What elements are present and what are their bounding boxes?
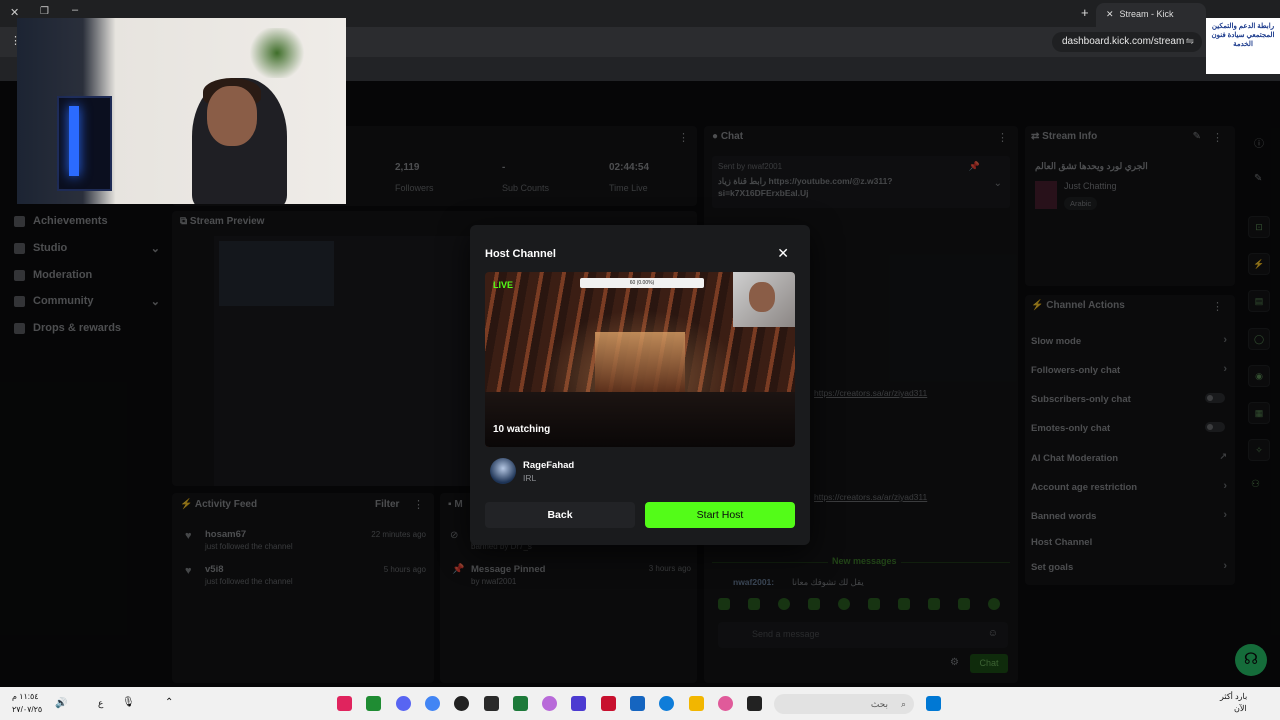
minimize-icon[interactable]: – bbox=[72, 4, 78, 16]
app-icon[interactable] bbox=[366, 696, 381, 711]
start-host-button[interactable]: Start Host bbox=[645, 502, 795, 528]
weather-subtext: الآن bbox=[1234, 704, 1247, 713]
taskbar-search-input[interactable]: بحث ⌕ bbox=[774, 694, 914, 714]
app-icon[interactable] bbox=[542, 696, 557, 711]
url-field[interactable]: dashboard.kick.com/stream ⇋ bbox=[1052, 32, 1202, 52]
webcam-overlay bbox=[17, 18, 346, 204]
channel-name[interactable]: RageFahad bbox=[523, 460, 574, 471]
person-head-shape bbox=[207, 86, 257, 146]
clock-time[interactable]: ١١:٥٤ م bbox=[12, 692, 39, 701]
pc-tower-shape bbox=[57, 96, 112, 191]
close-icon[interactable]: ✕ bbox=[777, 245, 789, 262]
restore-icon[interactable]: ❐ bbox=[40, 6, 49, 17]
back-button[interactable]: Back bbox=[485, 502, 635, 528]
preview-stage bbox=[595, 332, 685, 392]
excel-icon[interactable] bbox=[513, 696, 528, 711]
chrome-icon[interactable] bbox=[425, 696, 440, 711]
tab-close-icon[interactable]: ✕ bbox=[1106, 9, 1114, 19]
new-tab-icon[interactable]: + bbox=[1081, 5, 1089, 20]
edge-icon[interactable] bbox=[659, 696, 674, 711]
search-icon: ⌕ bbox=[900, 699, 906, 709]
tab-kick-dashboard[interactable]: ✕Stream - Kick Dashboard bbox=[1096, 3, 1206, 41]
site-settings-icon[interactable]: ⇋ bbox=[1186, 32, 1194, 52]
weather-text[interactable]: بارد أكثر bbox=[1220, 692, 1247, 701]
copilot-icon[interactable] bbox=[718, 696, 733, 711]
store-icon[interactable] bbox=[630, 696, 645, 711]
plant-shape bbox=[247, 28, 307, 78]
app-icon[interactable] bbox=[484, 696, 499, 711]
preview-topbar: 60 (0.00%) bbox=[580, 278, 704, 288]
app-icon[interactable] bbox=[571, 696, 586, 711]
taskbar: ١١:٥٤ م ٢٧/٠٧/٢٥ 🔊 ع 🎙 ⌃ بارد أكثر الآن bbox=[0, 687, 1280, 720]
microphone-icon[interactable]: 🎙 bbox=[122, 697, 135, 708]
search-placeholder: بحث bbox=[870, 699, 888, 709]
host-channel-modal: Host Channel ✕ 60 (0.00%) LIVE 10 watchi… bbox=[470, 225, 810, 545]
folder-icon[interactable] bbox=[689, 696, 704, 711]
discord-icon[interactable] bbox=[396, 696, 411, 711]
logo-text: رابطة الدعم والتمكين المجتمعي سيادة فنون… bbox=[1211, 23, 1275, 48]
logo-overlay: رابطة الدعم والتمكين المجتمعي سيادة فنون… bbox=[1206, 18, 1280, 74]
chevron-up-icon[interactable]: ⌃ bbox=[165, 697, 173, 708]
obs-icon[interactable] bbox=[454, 696, 469, 711]
host-channel-preview[interactable]: 60 (0.00%) LIVE 10 watching bbox=[485, 272, 795, 447]
avatar bbox=[490, 458, 516, 484]
channel-category: IRL bbox=[523, 473, 537, 483]
windows-start-icon[interactable] bbox=[926, 696, 941, 711]
url-text: dashboard.kick.com/stream bbox=[1062, 36, 1185, 47]
modal-title: Host Channel bbox=[485, 248, 556, 260]
live-badge: LIVE bbox=[493, 280, 514, 290]
app-icon[interactable] bbox=[747, 696, 762, 711]
language-indicator[interactable]: ع bbox=[98, 698, 103, 709]
preview-crowd bbox=[485, 392, 795, 447]
clock-date[interactable]: ٢٧/٠٧/٢٥ bbox=[12, 705, 42, 714]
preview-webcam bbox=[733, 272, 795, 327]
viewer-count: 10 watching bbox=[493, 424, 551, 435]
mcafee-icon[interactable] bbox=[601, 696, 616, 711]
volume-icon[interactable]: 🔊 bbox=[55, 698, 67, 709]
tiktok-icon[interactable] bbox=[337, 696, 352, 711]
